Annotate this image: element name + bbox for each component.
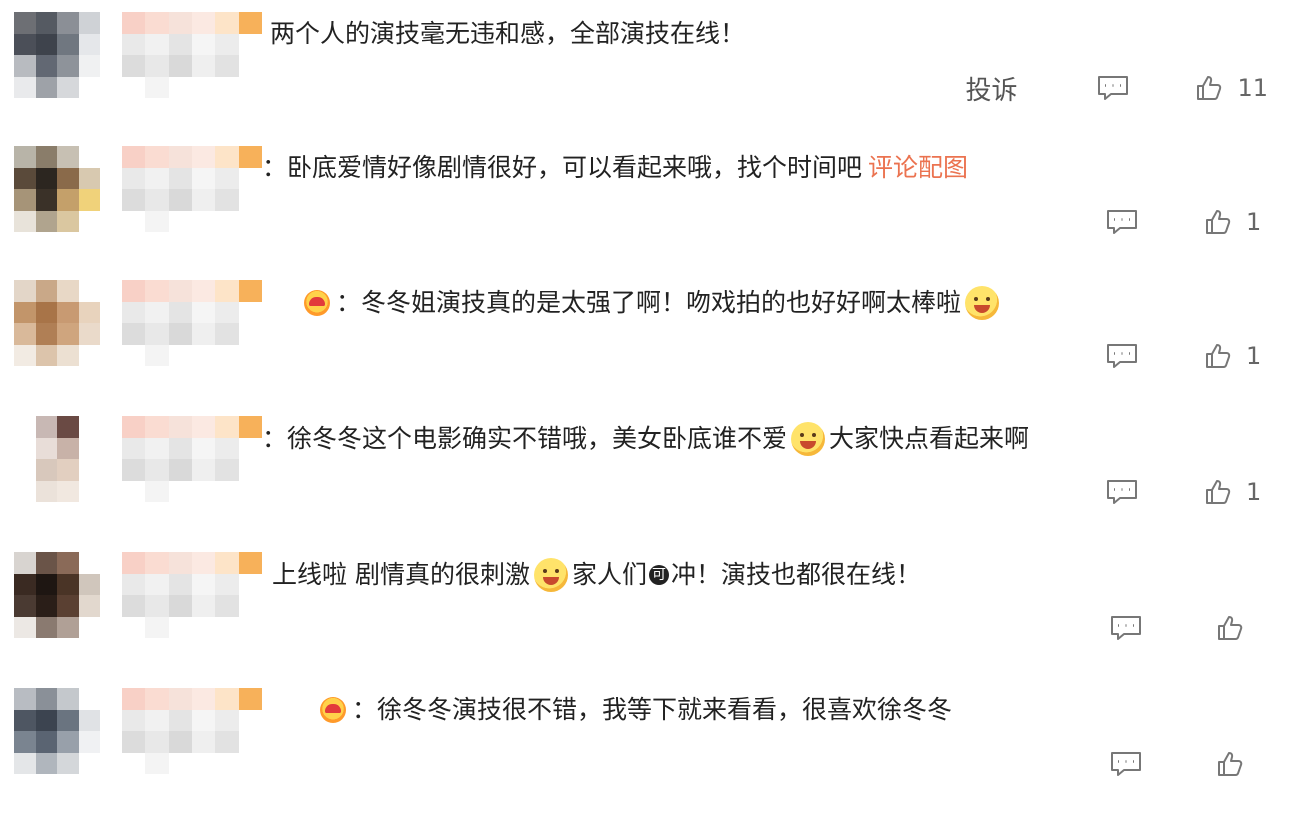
report-button[interactable]: 投诉 bbox=[965, 70, 1017, 107]
reply-comment-icon[interactable] bbox=[1106, 478, 1138, 506]
comment-text-segment: 大家快点看起来啊 bbox=[829, 424, 1030, 453]
comment-text-segment: ：冬冬姐演技真的是太强了啊！吻戏拍的也好好啊太棒啦 bbox=[336, 288, 962, 317]
yummy-face-emoji-icon bbox=[533, 558, 568, 592]
comment-text-segment: ：卧底爱情好像剧情很好，可以看起来哦，找个时间吧 bbox=[262, 153, 863, 182]
adore-face-emoji-icon bbox=[791, 422, 826, 456]
comment-item: ：卧底爱情好像剧情很好，可以看起来哦，找个时间吧 评论配图 1 bbox=[0, 138, 1306, 274]
comment-text-segment: 上线啦 剧情真的很刺激 bbox=[272, 560, 530, 589]
party-face-emoji-icon bbox=[965, 286, 1000, 320]
thumbs-up-icon[interactable] bbox=[1204, 342, 1232, 370]
username-mosaic[interactable] bbox=[122, 416, 262, 502]
comment-feed: 两个人的演技毫无违和感，全部演技在线！ 投诉 11 ：卧底爱情好像剧情很好，可以看起来… bbox=[0, 0, 1306, 800]
thumbs-up-icon[interactable] bbox=[1204, 208, 1232, 236]
comment-actions bbox=[1110, 610, 1244, 646]
thumbs-up-icon[interactable] bbox=[1216, 750, 1244, 778]
comment-item: ：冬冬姐演技真的是太强了啊！吻戏拍的也好好啊太棒啦 1 bbox=[0, 272, 1306, 408]
comment-text: ：冬冬姐演技真的是太强了啊！吻戏拍的也好好啊太棒啦 bbox=[304, 286, 1003, 320]
ke-glyph-icon: 可 bbox=[648, 565, 669, 585]
comment-text-segment: ：徐冬冬演技很不错，我等下就来看看，很喜欢徐冬冬 bbox=[352, 695, 953, 724]
comment-text: ：徐冬冬这个电影确实不错哦，美女卧底谁不爱 大家快点看起来啊 bbox=[262, 422, 1029, 456]
like-count: 11 bbox=[1237, 74, 1268, 102]
user-avatar[interactable] bbox=[14, 416, 100, 502]
heart-face-badge-icon bbox=[304, 290, 330, 316]
comment-text-segment: 两个人的演技毫无违和感，全部演技在线！ bbox=[270, 19, 746, 48]
username-mosaic[interactable] bbox=[122, 552, 262, 638]
heart-face-badge-icon bbox=[320, 697, 346, 723]
comment-text: ：卧底爱情好像剧情很好，可以看起来哦，找个时间吧 评论配图 bbox=[262, 152, 968, 184]
reply-comment-icon[interactable] bbox=[1097, 74, 1129, 102]
username-mosaic[interactable] bbox=[122, 146, 262, 232]
comment-actions: 1 bbox=[1106, 474, 1268, 510]
username-mosaic[interactable] bbox=[122, 688, 262, 774]
thumbs-up-icon[interactable] bbox=[1195, 74, 1223, 102]
comment-text: 两个人的演技毫无违和感，全部演技在线！ bbox=[270, 18, 745, 50]
reply-comment-icon[interactable] bbox=[1110, 750, 1142, 778]
comment-item: 两个人的演技毫无违和感，全部演技在线！ 投诉 11 bbox=[0, 4, 1306, 140]
comment-actions: 1 bbox=[1106, 204, 1268, 240]
like-count: 1 bbox=[1246, 478, 1262, 506]
user-avatar[interactable] bbox=[14, 146, 100, 232]
comment-text: 上线啦 剧情真的很刺激 家人们可冲！演技也都很在线！ bbox=[272, 558, 921, 592]
comment-text-segment: ：徐冬冬这个电影确实不错哦，美女卧底谁不爱 bbox=[262, 424, 788, 453]
comment-actions: 投诉 11 bbox=[965, 70, 1268, 106]
comment-text: ：徐冬冬演技很不错，我等下就来看看，很喜欢徐冬冬 bbox=[320, 694, 952, 726]
comment-text-segment: 家人们 bbox=[571, 560, 647, 589]
thumbs-up-icon[interactable] bbox=[1216, 614, 1244, 642]
like-count: 1 bbox=[1246, 208, 1262, 236]
comment-item: ：徐冬冬这个电影确实不错哦，美女卧底谁不爱 大家快点看起来啊 1 bbox=[0, 408, 1306, 544]
like-count: 1 bbox=[1246, 342, 1262, 370]
username-mosaic[interactable] bbox=[122, 12, 262, 98]
user-avatar[interactable] bbox=[14, 552, 100, 638]
comment-actions: 1 bbox=[1106, 338, 1268, 374]
comment-image-link[interactable]: 评论配图 bbox=[868, 152, 968, 184]
reply-comment-icon[interactable] bbox=[1106, 342, 1138, 370]
thumbs-up-icon[interactable] bbox=[1204, 478, 1232, 506]
comment-text-segment: 冲！演技也都很在线！ bbox=[670, 560, 921, 589]
user-avatar[interactable] bbox=[14, 688, 100, 774]
user-avatar[interactable] bbox=[14, 280, 100, 366]
user-avatar[interactable] bbox=[14, 12, 100, 98]
comment-item: ：徐冬冬演技很不错，我等下就来看看，很喜欢徐冬冬 bbox=[0, 680, 1306, 816]
reply-comment-icon[interactable] bbox=[1110, 614, 1142, 642]
comment-actions bbox=[1110, 746, 1244, 782]
reply-comment-icon[interactable] bbox=[1106, 208, 1138, 236]
comment-item: 上线啦 剧情真的很刺激 家人们可冲！演技也都很在线！ bbox=[0, 544, 1306, 680]
username-mosaic[interactable] bbox=[122, 280, 262, 366]
